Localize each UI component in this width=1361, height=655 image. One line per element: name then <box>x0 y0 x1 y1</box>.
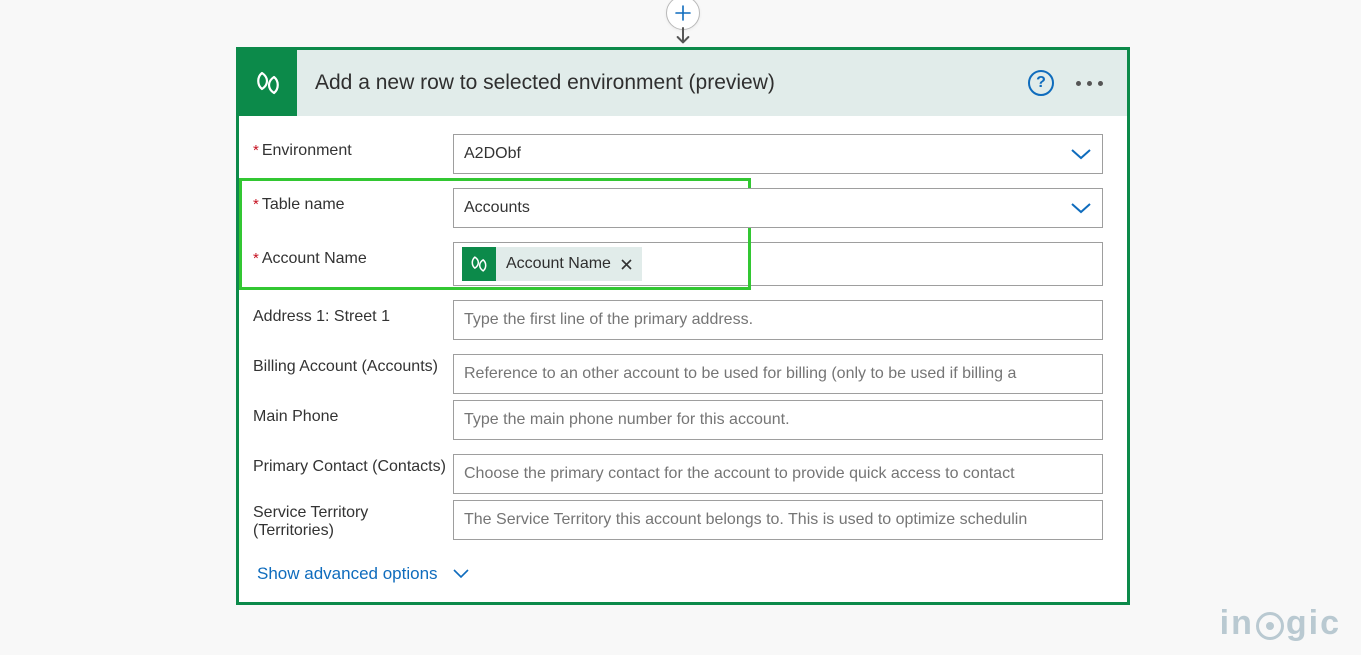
address1-street1-input[interactable]: Type the first line of the primary addre… <box>453 300 1103 340</box>
environment-value: A2DObf <box>464 145 1070 163</box>
account-name-input[interactable]: Account Name <box>453 242 1103 286</box>
token-label: Account Name <box>506 255 611 273</box>
inogic-watermark: in gic <box>1220 604 1341 643</box>
dynamic-token[interactable]: Account Name <box>462 247 642 281</box>
table-name-label: * Table name <box>253 188 453 214</box>
flow-arrow-icon <box>674 26 692 48</box>
more-button[interactable] <box>1076 81 1103 86</box>
table-name-dropdown[interactable]: Accounts <box>453 188 1103 228</box>
account-name-label: * Account Name <box>253 242 453 268</box>
service-territory-input[interactable]: The Service Territory this account belon… <box>453 500 1103 540</box>
required-marker: * <box>253 142 259 160</box>
gear-icon <box>1256 612 1284 640</box>
help-button[interactable]: ? <box>1028 70 1054 96</box>
environment-label: * Environment <box>253 134 453 160</box>
primary-contact-input[interactable]: Choose the primary contact for the accou… <box>453 454 1103 494</box>
chevron-down-icon <box>1070 147 1092 161</box>
show-advanced-options-link[interactable]: Show advanced options <box>257 564 470 584</box>
required-marker: * <box>253 196 259 214</box>
chevron-down-icon <box>452 568 470 580</box>
close-icon <box>621 259 632 270</box>
card-header: Add a new row to selected environment (p… <box>239 50 1127 116</box>
token-remove-button[interactable] <box>621 259 632 270</box>
input-placeholder: Choose the primary contact for the accou… <box>464 465 1092 483</box>
input-placeholder: Reference to an other account to be used… <box>464 365 1092 383</box>
billing-account-label: Billing Account (Accounts) <box>253 354 453 376</box>
dot-icon <box>1098 81 1103 86</box>
plus-icon <box>675 5 691 21</box>
action-card: Add a new row to selected environment (p… <box>236 47 1130 605</box>
billing-account-input[interactable]: Reference to an other account to be used… <box>453 354 1103 394</box>
main-phone-input[interactable]: Type the main phone number for this acco… <box>453 400 1103 440</box>
input-placeholder: The Service Territory this account belon… <box>464 511 1092 529</box>
main-phone-label: Main Phone <box>253 400 453 426</box>
service-territory-label: Service Territory (Territories) <box>253 500 453 540</box>
table-name-value: Accounts <box>464 199 1070 217</box>
dot-icon <box>1087 81 1092 86</box>
required-marker: * <box>253 250 259 268</box>
environment-dropdown[interactable]: A2DObf <box>453 134 1103 174</box>
address1-street1-label: Address 1: Street 1 <box>253 300 453 326</box>
advanced-link-label: Show advanced options <box>257 564 438 584</box>
input-placeholder: Type the first line of the primary addre… <box>464 311 1092 329</box>
dot-icon <box>1076 81 1081 86</box>
dataverse-icon <box>462 247 496 281</box>
primary-contact-label: Primary Contact (Contacts) <box>253 454 453 476</box>
dataverse-icon <box>239 50 297 116</box>
card-title: Add a new row to selected environment (p… <box>297 71 1028 95</box>
input-placeholder: Type the main phone number for this acco… <box>464 411 1092 429</box>
chevron-down-icon <box>1070 201 1092 215</box>
